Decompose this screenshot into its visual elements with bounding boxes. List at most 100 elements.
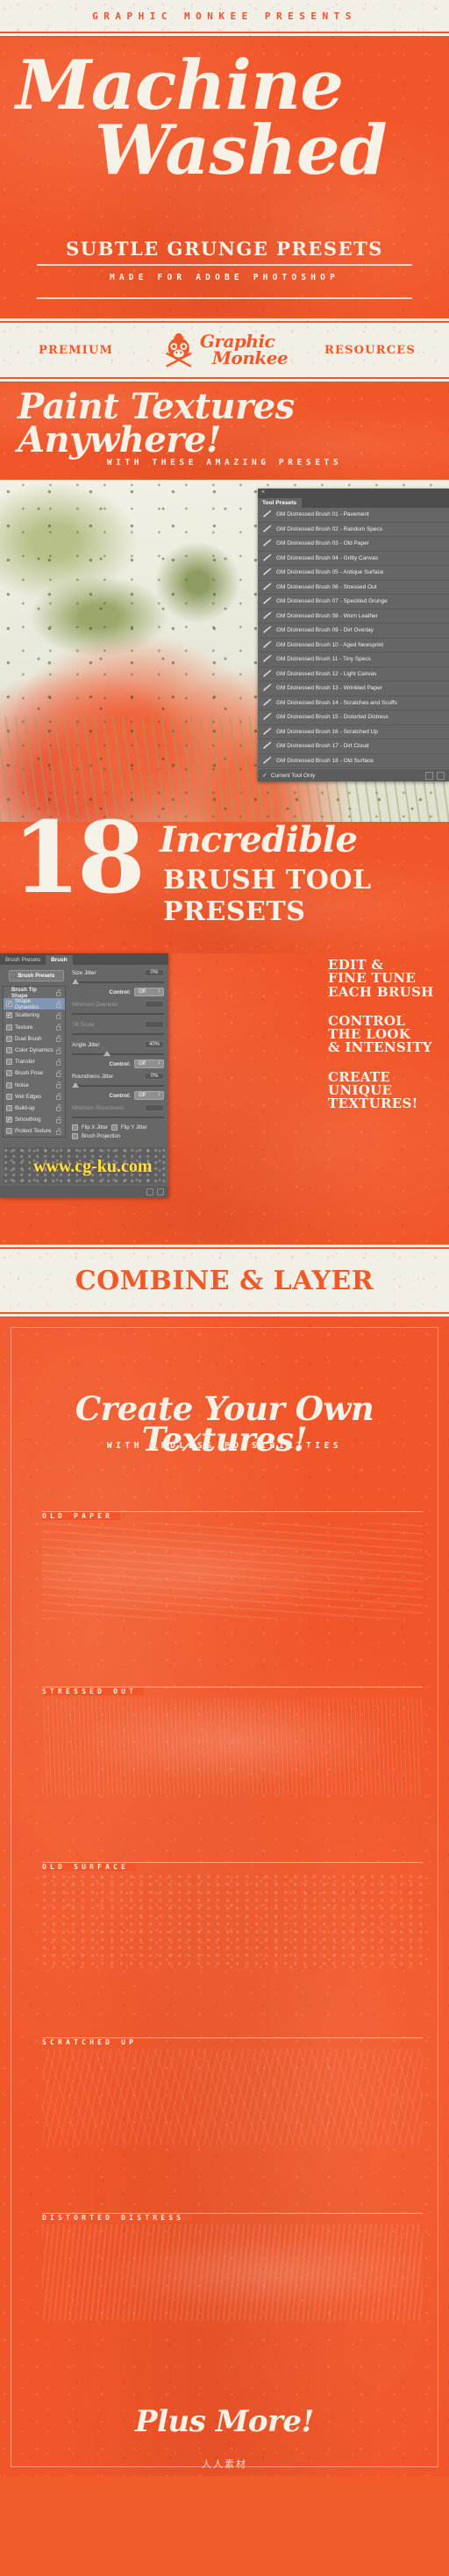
- tool-preset-row[interactable]: GM Distressed Brush 18 - Old Surface: [258, 754, 449, 768]
- brush-option-smoothing[interactable]: ✓ Smoothing: [4, 1114, 65, 1125]
- minimum-diameter-slider[interactable]: [72, 1010, 164, 1017]
- roundness-jitter-value[interactable]: 0%: [145, 1073, 164, 1080]
- brush-option-checkbox[interactable]: [6, 1035, 12, 1042]
- unlock-icon[interactable]: [56, 1093, 62, 1101]
- tilt-scale-value[interactable]: [145, 1021, 164, 1028]
- angle-jitter-value[interactable]: 40%: [145, 1041, 164, 1048]
- unlock-icon[interactable]: [56, 1001, 62, 1008]
- brush-option-texture[interactable]: Texture: [4, 1022, 65, 1033]
- size-jitter-value[interactable]: 0%: [145, 969, 164, 976]
- tool-preset-row[interactable]: GM Distressed Brush 02 - Random Specs: [258, 523, 449, 537]
- tool-preset-row[interactable]: GM Distressed Brush 08 - Worn Leather: [258, 610, 449, 624]
- tilt-scale-slider[interactable]: [72, 1031, 164, 1037]
- unlock-icon[interactable]: [56, 1058, 62, 1066]
- tool-preset-row[interactable]: GM Distressed Brush 06 - Stressed Out: [258, 581, 449, 595]
- brush-option-checkbox[interactable]: [6, 1047, 12, 1054]
- brush-option-protect-texture[interactable]: Protect Texture: [4, 1125, 65, 1137]
- brush-option-checkbox[interactable]: [6, 1093, 12, 1100]
- unlock-icon[interactable]: [56, 1046, 62, 1054]
- current-tool-only-checkbox[interactable]: ✓: [262, 772, 267, 779]
- brush-option-build-up[interactable]: Build-up: [4, 1102, 65, 1114]
- tool-presets-panel[interactable]: × Tool Presets GM Distressed Brush 01 - …: [258, 489, 449, 781]
- tool-preset-row[interactable]: GM Distressed Brush 13 - Wrinkled Paper: [258, 681, 449, 696]
- brush-option-brush-tip-shape[interactable]: Brush Tip Shape: [4, 987, 65, 999]
- brush-option-scattering[interactable]: ✓ Scattering: [4, 1010, 65, 1021]
- new-preset-icon[interactable]: [425, 771, 433, 780]
- brush-option-checkbox[interactable]: [6, 1104, 12, 1111]
- brush-option-noise[interactable]: Noise: [4, 1080, 65, 1091]
- divider-double-rule-combine-top: [0, 1243, 449, 1249]
- brush-option-wet-edges[interactable]: Wet Edges: [4, 1091, 65, 1102]
- brush-option-transfer[interactable]: Transfer: [4, 1056, 65, 1067]
- brush-panel-tabs[interactable]: Brush Presets Brush: [0, 953, 168, 965]
- unlock-icon[interactable]: [56, 1024, 62, 1031]
- unlock-icon[interactable]: [56, 1070, 62, 1077]
- tool-preset-row[interactable]: GM Distressed Brush 07 - Speckled Grunge: [258, 595, 449, 610]
- unlock-icon[interactable]: [56, 1128, 62, 1135]
- tool-preset-row[interactable]: GM Distressed Brush 05 - Antique Surface: [258, 566, 449, 581]
- unlock-icon[interactable]: [56, 1035, 62, 1043]
- texture-sample: [42, 2049, 423, 2145]
- tool-preset-row[interactable]: GM Distressed Brush 12 - Light Canvas: [258, 667, 449, 681]
- tool-preset-row[interactable]: GM Distressed Brush 15 - Distorted Distr…: [258, 710, 449, 725]
- tool-preset-row[interactable]: GM Distressed Brush 16 - Scratched Up: [258, 725, 449, 739]
- brush-option-checkbox[interactable]: [6, 1059, 12, 1066]
- hero-section: Machine Washed SUBTLE GRUNGE PRESETS MAD…: [0, 38, 449, 317]
- brush-option-color-dynamics[interactable]: Color Dynamics: [4, 1045, 65, 1056]
- unlock-icon[interactable]: [56, 1104, 62, 1112]
- brush-panel-tab-brush[interactable]: Brush: [46, 955, 73, 965]
- brush-option-checkbox[interactable]: [6, 1081, 12, 1088]
- roundness-jitter-slider[interactable]: [72, 1082, 164, 1088]
- swatch-label: STRESSED OUT: [42, 1688, 145, 1695]
- brush-option-checkbox[interactable]: [6, 1070, 12, 1077]
- brush-option-checkbox[interactable]: [6, 1128, 12, 1135]
- flip-y-checkbox[interactable]: [111, 1124, 118, 1131]
- delete-preset-icon[interactable]: [437, 771, 445, 780]
- minimum-roundness-value[interactable]: [145, 1104, 164, 1111]
- size-control-select[interactable]: Off: [134, 988, 164, 996]
- brush-option-brush-pose[interactable]: Brush Pose: [4, 1067, 65, 1079]
- brush-presets-button[interactable]: Brush Presets: [9, 970, 64, 981]
- tool-preset-label: GM Distressed Brush 14 - Scratches and S…: [276, 699, 397, 706]
- brush-projection-row: Brush Projection: [72, 1133, 164, 1139]
- angle-control-select[interactable]: Off: [134, 1060, 164, 1068]
- unlock-icon[interactable]: [56, 1116, 62, 1124]
- brush-options-list[interactable]: Brush Tip Shape ✓ Shape Dynamics ✓ Scatterin…: [3, 986, 66, 1138]
- tool-preset-row[interactable]: GM Distressed Brush 10 - Aged Newsprint: [258, 639, 449, 653]
- unlock-icon[interactable]: [56, 1012, 62, 1019]
- brush-projection-checkbox[interactable]: [72, 1133, 78, 1139]
- flip-x-checkbox[interactable]: [72, 1124, 78, 1131]
- tool-presets-tabrow[interactable]: Tool Presets: [258, 497, 449, 508]
- brush-option-checkbox[interactable]: ✓: [6, 1001, 12, 1008]
- close-icon[interactable]: ×: [261, 489, 265, 496]
- tool-presets-list[interactable]: GM Distressed Brush 01 - Pavement GM Dist…: [258, 508, 449, 768]
- tool-preset-row[interactable]: GM Distressed Brush 01 - Pavement: [258, 508, 449, 523]
- callout-block: CONTROL THE LOOK & INTENSITY: [328, 1014, 444, 1055]
- tool-preset-row[interactable]: GM Distressed Brush 03 - Old Paper: [258, 537, 449, 552]
- minimum-diameter-value[interactable]: [145, 1001, 164, 1008]
- brush-option-shape-dynamics[interactable]: ✓ Shape Dynamics: [4, 998, 65, 1010]
- tool-preset-row[interactable]: GM Distressed Brush 11 - Tiny Specs: [258, 653, 449, 667]
- brush-option-checkbox[interactable]: ✓: [6, 1117, 12, 1124]
- roundness-jitter-label: Roundness Jitter: [72, 1073, 114, 1080]
- tool-preset-row[interactable]: GM Distressed Brush 14 - Scratches and S…: [258, 696, 449, 710]
- size-jitter-field: Size Jitter 0% Control: Off: [72, 969, 164, 996]
- incredible-script: Incredible: [160, 819, 358, 860]
- brush-panel-tab-brush-presets[interactable]: Brush Presets: [0, 955, 46, 965]
- unlock-icon[interactable]: [56, 988, 62, 996]
- size-jitter-slider[interactable]: [72, 979, 164, 985]
- minimum-roundness-slider[interactable]: [72, 1114, 164, 1120]
- unlock-icon: [56, 1035, 61, 1043]
- brush-option-checkbox[interactable]: ✓: [6, 1012, 12, 1019]
- tab-tool-presets[interactable]: Tool Presets: [258, 498, 303, 508]
- tool-preset-row[interactable]: GM Distressed Brush 04 - Gritty Canvas: [258, 552, 449, 566]
- brush-option-checkbox[interactable]: [6, 1024, 12, 1031]
- delete-brush-icon[interactable]: [157, 1188, 164, 1195]
- new-brush-icon[interactable]: [146, 1188, 153, 1195]
- tool-preset-row[interactable]: GM Distressed Brush 09 - Dirt Overlay: [258, 624, 449, 639]
- angle-jitter-slider[interactable]: [72, 1051, 164, 1057]
- unlock-icon[interactable]: [56, 1081, 62, 1088]
- roundness-control-select[interactable]: Off: [134, 1091, 164, 1100]
- brush-option-dual-brush[interactable]: Dual Brush: [4, 1033, 65, 1045]
- tool-preset-row[interactable]: GM Distressed Brush 17 - Dirt Cloud: [258, 739, 449, 754]
